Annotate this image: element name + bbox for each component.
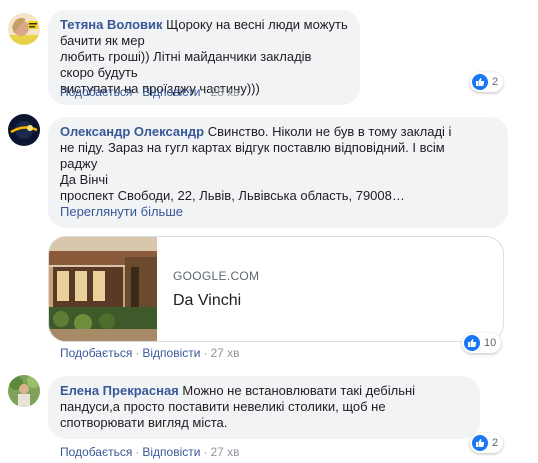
reply-link[interactable]: Відповісти: [142, 445, 200, 459]
link-thumbnail: [49, 237, 157, 341]
comment-text: Свинство. Ніколи не був в тому закладі і: [207, 124, 452, 139]
comment-time[interactable]: 27 хв: [210, 445, 239, 459]
comment-text: проспект Свободи, 22, Львів, Львівська о…: [60, 188, 405, 203]
thumbs-up-icon: [464, 335, 480, 351]
comment-text: пандуси,а просто поставити невеликі стол…: [60, 399, 386, 414]
avatar[interactable]: [8, 114, 40, 146]
comment-time[interactable]: 27 хв: [210, 346, 239, 360]
comment-text: спотворювати вигляд міста.: [60, 415, 228, 430]
avatar[interactable]: [8, 375, 40, 407]
like-link[interactable]: Подобається: [60, 346, 132, 360]
like-link[interactable]: Подобається: [60, 85, 132, 99]
comment-text: любить гроші)) Літні майданчики закладів…: [60, 49, 312, 80]
comment-actions: Подобається · Відповісти · 27 хв: [60, 445, 240, 459]
reaction-number: 2: [492, 76, 499, 88]
comment-time[interactable]: 28 хв: [210, 85, 239, 99]
link-domain: GOOGLE.COM: [173, 269, 260, 283]
comment-bubble: Олександр Олександр Свинство. Ніколи не …: [48, 117, 508, 228]
comment-text: раджу: [60, 156, 98, 171]
reaction-number: 10: [484, 337, 497, 349]
comment-author[interactable]: Елена Прекрасная: [60, 383, 179, 398]
comment-text: Да Вінчі: [60, 172, 109, 187]
thumbs-up-icon: [472, 435, 488, 451]
reaction-count[interactable]: 2: [470, 72, 504, 92]
link-title[interactable]: Da Vinchi: [173, 292, 241, 310]
reply-link[interactable]: Відповісти: [142, 85, 200, 99]
reaction-count[interactable]: 2: [470, 433, 504, 453]
thumbs-up-icon: [472, 74, 488, 90]
comment-author[interactable]: Тетяна Воловик: [60, 17, 163, 32]
reaction-number: 2: [492, 437, 499, 449]
like-link[interactable]: Подобається: [60, 445, 132, 459]
comment-text: не піду. Зараз на гугл картах відгук пос…: [60, 140, 445, 155]
reply-link[interactable]: Відповісти: [142, 346, 200, 360]
comment-bubble: Елена Прекрасная Можно не встановлювати …: [48, 376, 480, 439]
link-preview-card[interactable]: GOOGLE.COM Da Vinchi: [48, 236, 504, 342]
comment-actions: Подобається · Відповісти · 27 хв: [60, 346, 240, 360]
comment-actions: Подобається · Відповісти · 28 хв: [60, 85, 240, 99]
comment-text: Можно не встановлювати такі дебільні: [182, 383, 416, 398]
see-more-link[interactable]: Переглянути більше: [60, 204, 496, 220]
comment-author[interactable]: Олександр Олександр: [60, 124, 204, 139]
avatar[interactable]: [8, 13, 40, 45]
reaction-count[interactable]: 10: [462, 333, 502, 353]
